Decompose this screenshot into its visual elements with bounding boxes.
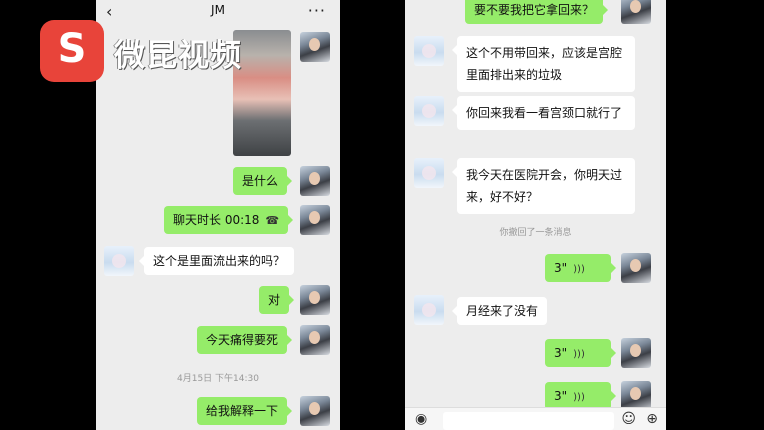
my-avatar[interactable] — [300, 325, 330, 355]
contact-avatar[interactable] — [414, 158, 444, 188]
message-bubble[interactable]: 这个不用带回来，应该是宫腔里面排出来的垃圾 — [452, 36, 635, 92]
voice-duration: 3" — [554, 389, 568, 403]
message-input[interactable] — [443, 412, 614, 430]
voice-wave-icon: ))) — [573, 264, 585, 275]
my-avatar[interactable] — [300, 285, 330, 315]
my-avatar[interactable] — [621, 253, 651, 283]
voice-duration: 3" — [554, 346, 568, 360]
contact-avatar[interactable] — [414, 96, 444, 126]
call-duration-text: 聊天时长 00:18 — [173, 213, 260, 227]
my-avatar[interactable] — [621, 338, 651, 368]
voice-message-bubble[interactable]: 3"))) — [545, 339, 616, 367]
contact-avatar[interactable] — [104, 246, 134, 276]
message-bubble[interactable]: 这个是里面流出来的吗？ — [138, 247, 295, 275]
my-avatar[interactable] — [300, 166, 330, 196]
voice-duration: 3" — [554, 261, 568, 275]
recalled-message-notice: 你撤回了一条消息 — [499, 228, 572, 238]
message-bubble[interactable]: 今天痛得要死 — [197, 326, 293, 354]
call-duration-bubble[interactable]: 聊天时长 00:18 ☎ — [164, 206, 294, 234]
message-timestamp: 4月15日 下午14:30 — [177, 374, 259, 384]
message-bubble[interactable]: 是什么 — [233, 167, 293, 195]
message-bubble[interactable]: 给我解释一下 — [197, 397, 293, 425]
message-bubble[interactable]: 要不要我把它拿回来？ — [465, 0, 609, 24]
my-avatar[interactable] — [300, 396, 330, 426]
chat-title: JM — [211, 3, 225, 17]
right-chat-screen: 要不要我把它拿回来？ 这个不用带回来，应该是宫腔里面排出来的垃圾 你回来我看一看… — [405, 0, 666, 430]
message-bubble[interactable]: 你回来我看一看宫颈口就行了 — [452, 96, 635, 130]
message-bubble[interactable]: 月经来了没有 — [451, 297, 548, 325]
chat-header: ‹ JM ··· — [96, 0, 340, 22]
watermark-text: 微昆视频 — [114, 38, 242, 74]
voice-input-icon[interactable]: ◉ — [415, 411, 427, 427]
more-options-icon[interactable]: ··· — [308, 1, 326, 20]
emoji-icon[interactable]: ☺ — [621, 411, 636, 427]
phone-hangup-icon: ☎ — [265, 214, 280, 227]
contact-avatar[interactable] — [414, 295, 444, 325]
video-watermark: S 微昆视频 — [40, 20, 340, 82]
voice-message-bubble[interactable]: 3"))) — [545, 382, 616, 410]
voice-wave-icon: ))) — [573, 392, 585, 403]
voice-wave-icon: ))) — [573, 349, 585, 360]
my-avatar[interactable] — [621, 0, 651, 24]
voice-message-bubble[interactable]: 3"))) — [545, 254, 616, 282]
contact-avatar[interactable] — [414, 36, 444, 66]
message-bubble[interactable]: 对 — [259, 286, 295, 314]
plus-icon[interactable]: ⊕ — [646, 411, 658, 427]
watermark-logo-icon: S — [40, 20, 104, 82]
message-bubble[interactable]: 我今天在医院开会，你明天过来，好不好？ — [452, 158, 635, 214]
my-avatar[interactable] — [300, 205, 330, 235]
input-bar: ◉ ☺ ⊕ — [405, 407, 666, 430]
logo-glyph: S — [57, 26, 87, 72]
